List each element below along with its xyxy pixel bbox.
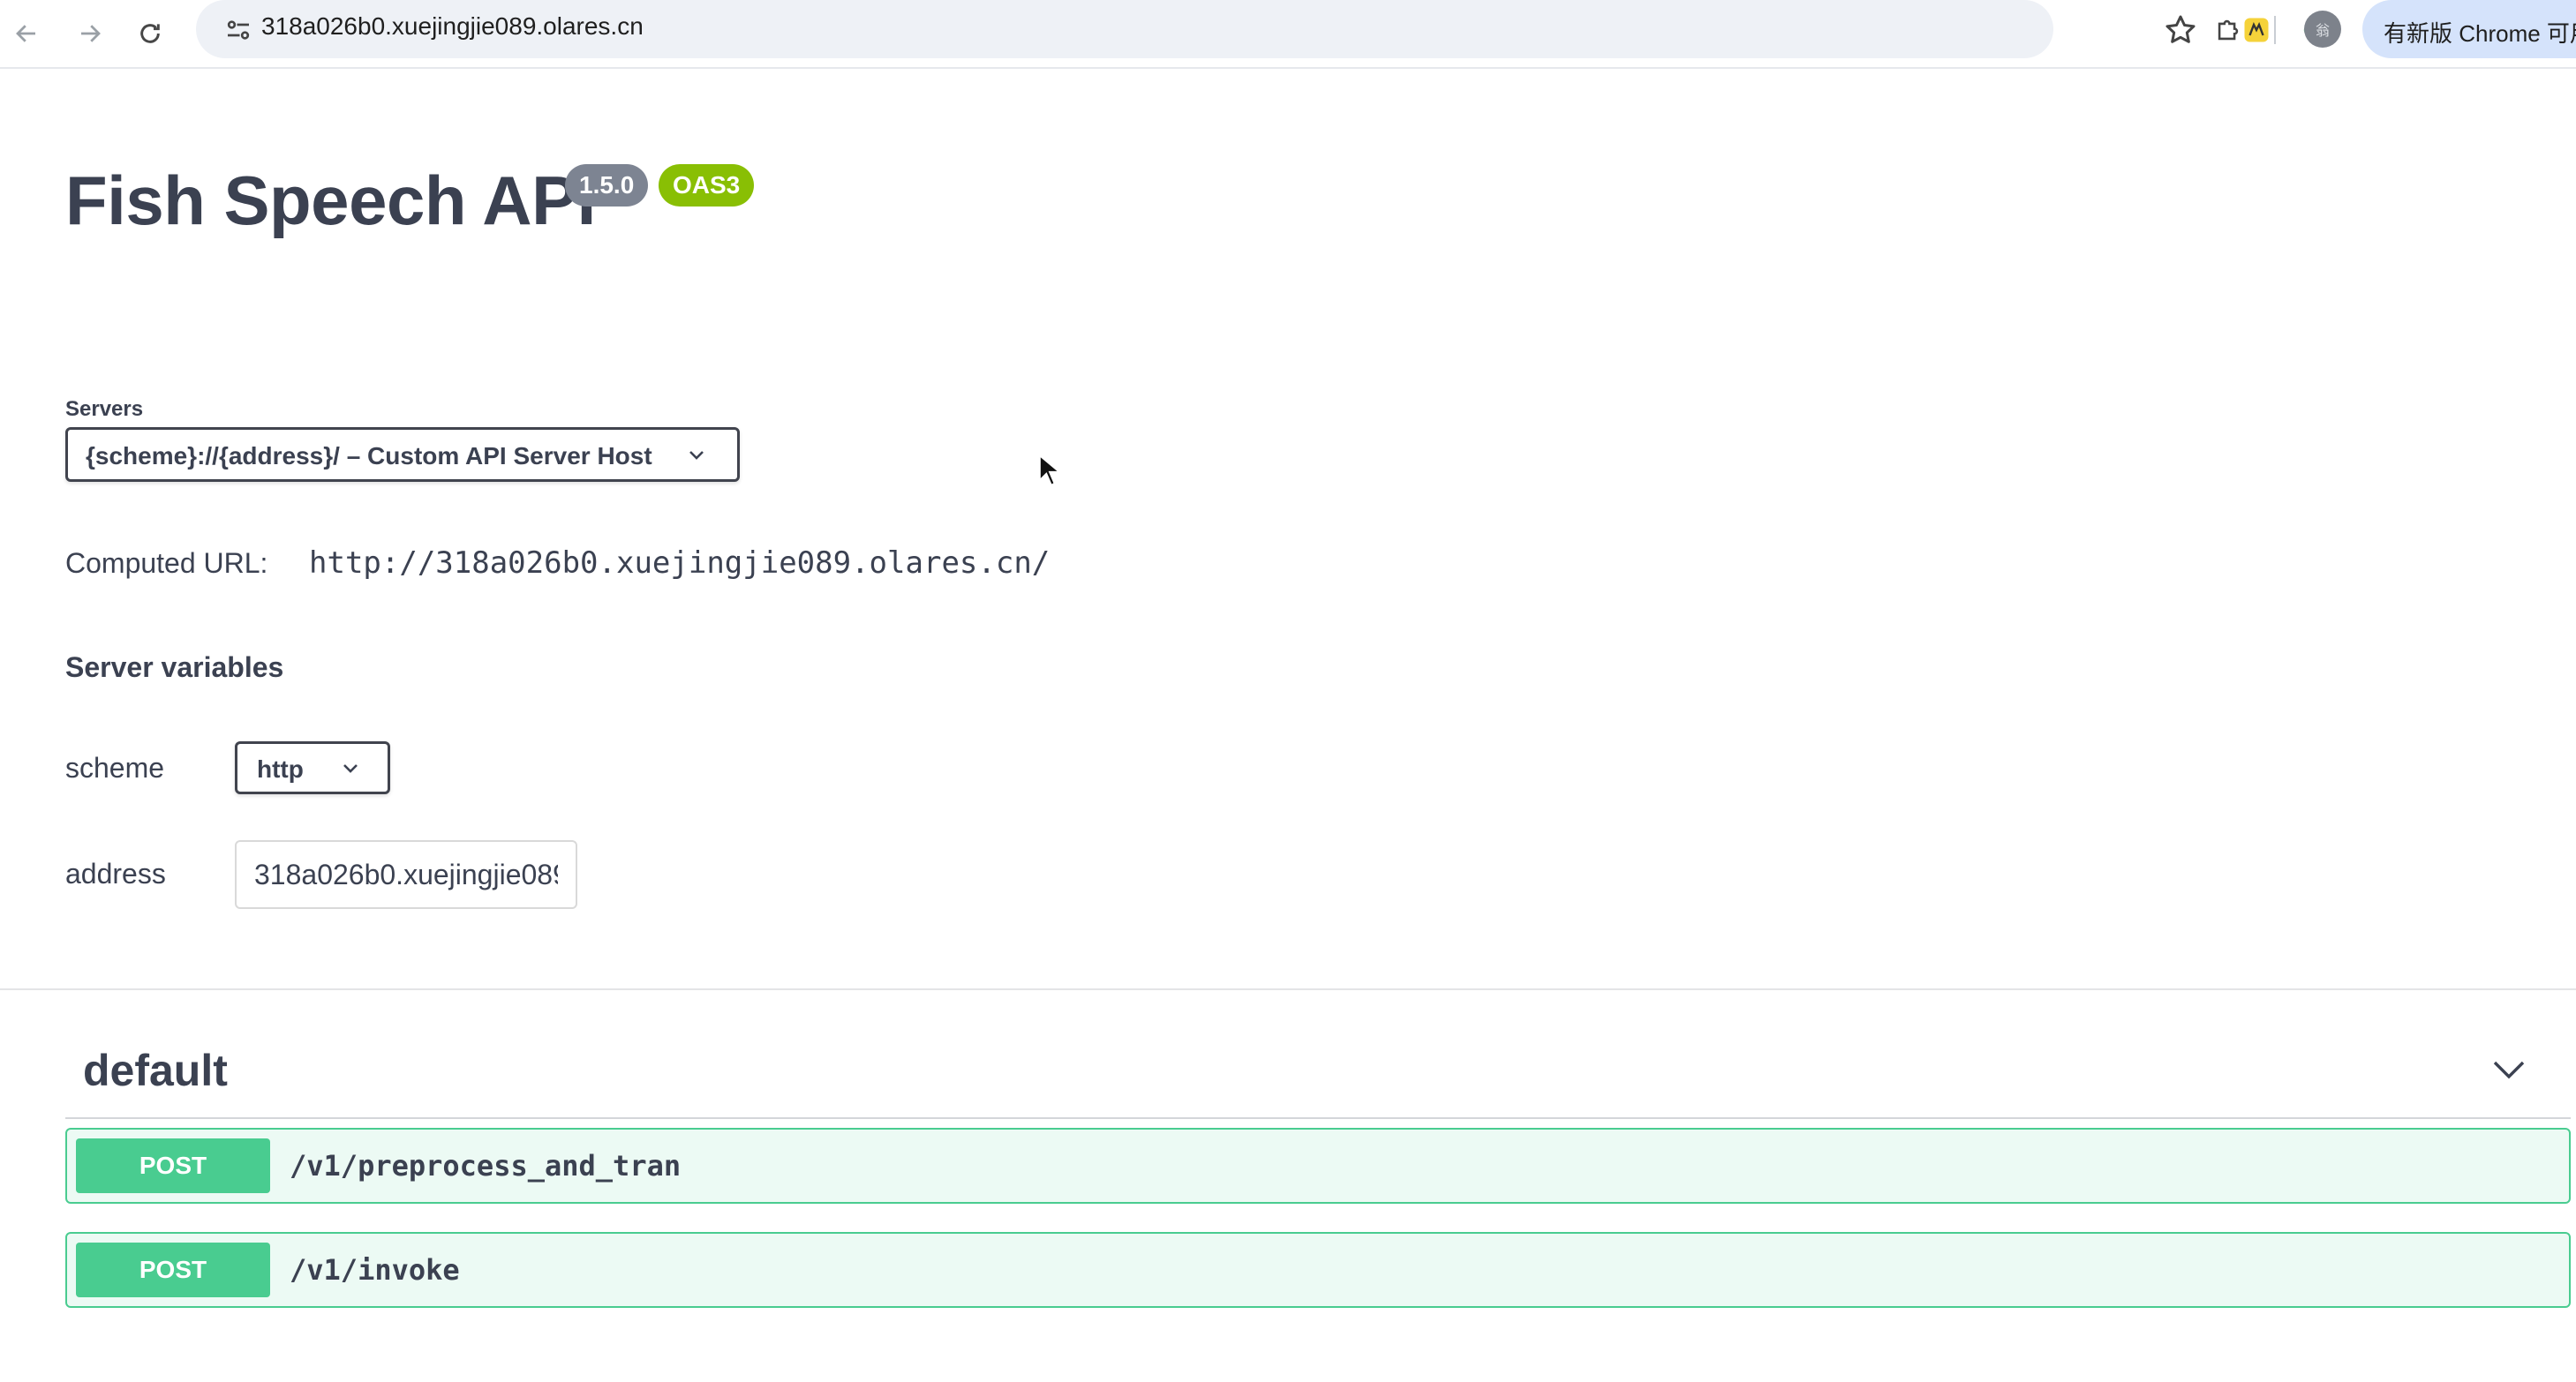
toolbar-separator	[2274, 16, 2276, 44]
chrome-update-button[interactable]: 有新版 Chrome 可用	[2362, 0, 2576, 58]
chevron-down-icon	[343, 764, 358, 773]
scheme-select[interactable]: http	[235, 741, 390, 794]
puzzle-icon[interactable]	[2209, 11, 2248, 49]
method-badge: POST	[76, 1138, 270, 1193]
operation-path: /v1/preprocess_and_tran	[290, 1149, 682, 1183]
scheme-select-value: http	[257, 755, 304, 783]
version-badge: 1.5.0	[565, 164, 649, 207]
servers-label: Servers	[65, 397, 144, 421]
computed-url-label: Computed URL:	[65, 547, 268, 579]
method-badge: POST	[76, 1243, 270, 1297]
profile-initial: 翁	[2315, 24, 2330, 39]
chevron-down-icon[interactable]	[2491, 1055, 2527, 1084]
tag-default-header[interactable]: default	[83, 1045, 228, 1096]
reload-icon	[140, 24, 160, 43]
operation-post-preprocess[interactable]: POST /v1/preprocess_and_tran	[65, 1128, 2571, 1204]
address-input[interactable]	[235, 840, 577, 909]
forward-button[interactable]	[64, 7, 117, 60]
arrow-left-icon	[16, 25, 35, 42]
tag-divider	[65, 1117, 2571, 1119]
server-select-value: {scheme}://{address}/ – Custom API Serve…	[86, 442, 652, 469]
chevron-down-icon	[689, 451, 704, 460]
oas-badge: OAS3	[659, 164, 755, 207]
address-bar[interactable]: 318a026b0.xuejingjie089.olares.cn	[196, 0, 2196, 58]
section-divider	[0, 988, 2576, 990]
browser-toolbar: 318a026b0.xuejingjie089.olares.cn 翁 有新版 …	[0, 0, 2576, 69]
profile-avatar[interactable]: 翁	[2304, 11, 2341, 48]
star-icon[interactable]	[2163, 12, 2198, 48]
server-variables-heading: Server variables	[65, 651, 284, 683]
computed-url: http://318a026b0.xuejingjie089.olares.cn…	[309, 545, 1051, 581]
mouse-cursor-icon	[1038, 454, 1061, 486]
server-select[interactable]: {scheme}://{address}/ – Custom API Serve…	[65, 427, 740, 482]
operation-path: /v1/invoke	[290, 1253, 460, 1287]
url-text[interactable]: 318a026b0.xuejingjie089.olares.cn	[261, 12, 644, 41]
back-button[interactable]	[0, 7, 53, 60]
arrow-right-icon	[81, 25, 101, 42]
operation-post-invoke[interactable]: POST /v1/invoke	[65, 1232, 2571, 1308]
address-label: address	[65, 858, 166, 890]
scheme-label: scheme	[65, 752, 165, 784]
page-title: Fish Speech API	[65, 161, 596, 239]
reload-button[interactable]	[124, 7, 177, 60]
tune-icon[interactable]	[222, 14, 254, 46]
